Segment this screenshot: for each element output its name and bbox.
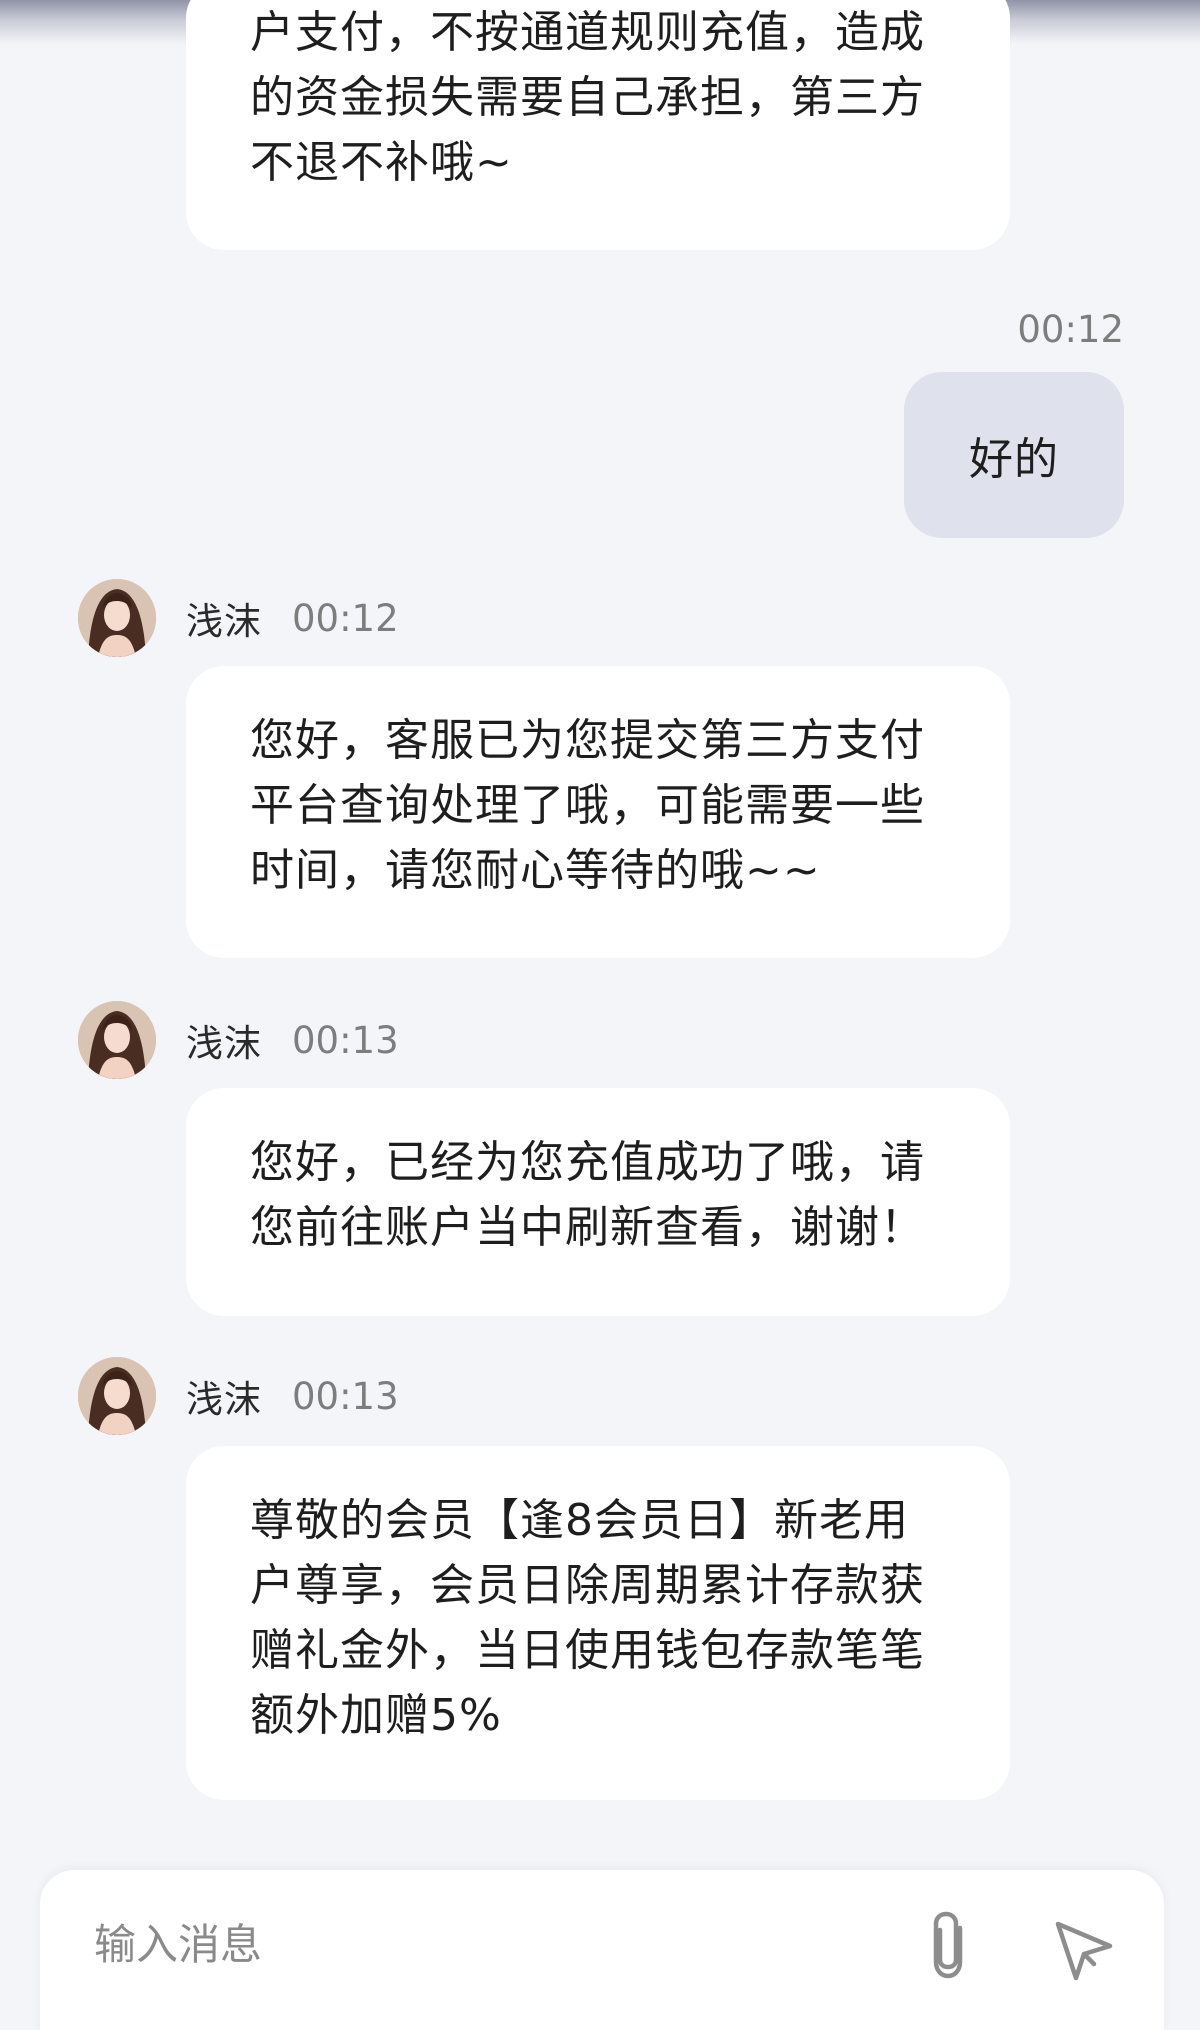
avatar[interactable] <box>78 1357 156 1435</box>
message-timestamp: 00:13 <box>292 1374 399 1418</box>
sender-name: 浅沫 <box>186 1022 262 1065</box>
message-line: 户支付，不按通道规则充值，造成 <box>250 7 925 58</box>
message-line: 不退不补哦~ <box>250 137 513 188</box>
message-line: 赠礼金外，当日使用钱包存款笔笔 <box>250 1625 925 1676</box>
message-line: 时间，请您耐心等待的哦~~ <box>250 845 821 896</box>
message-bubble-mine: 好的 <box>904 372 1124 538</box>
send-icon[interactable] <box>1048 1914 1118 1984</box>
message-line: 户尊享，会员日除周期累计存款获 <box>250 1560 925 1611</box>
message-timestamp: 00:13 <box>292 1018 399 1062</box>
message-line: 的资金损失需要自己承担，第三方 <box>250 72 925 123</box>
message-line: 您好，客服已为您提交第三方支付 <box>250 715 925 766</box>
message-line: 额外加赠5% <box>250 1690 502 1741</box>
paperclip-icon[interactable] <box>920 1906 980 1986</box>
message-input[interactable] <box>94 1906 874 1982</box>
message-bubble-agent: 您好，已经为您充值成功了哦，请 您前往账户当中刷新查看，谢谢！ <box>186 1088 1010 1316</box>
sender-row: 浅沫 00:13 <box>78 1356 399 1436</box>
message-bubble-agent: 户支付，不按通道规则充值，造成 的资金损失需要自己承担，第三方 不退不补哦~ <box>186 0 1010 250</box>
message-bubble-agent: 您好，客服已为您提交第三方支付 平台查询处理了哦，可能需要一些 时间，请您耐心等… <box>186 666 1010 958</box>
message-timestamp: 00:12 <box>1017 308 1124 351</box>
avatar[interactable] <box>78 579 156 657</box>
message-line: 平台查询处理了哦，可能需要一些 <box>250 780 925 831</box>
message-line: 您前往账户当中刷新查看，谢谢！ <box>250 1202 925 1253</box>
sender-name: 浅沫 <box>186 1378 262 1421</box>
sender-row: 浅沫 00:12 <box>78 578 399 658</box>
sender-name: 浅沫 <box>186 600 262 643</box>
message-timestamp: 00:12 <box>292 596 399 640</box>
message-line: 尊敬的会员【逢8会员日】新老用 <box>250 1495 909 1546</box>
message-bubble-agent: 尊敬的会员【逢8会员日】新老用 户尊享，会员日除周期累计存款获 赠礼金外，当日使… <box>186 1446 1010 1800</box>
avatar[interactable] <box>78 1001 156 1079</box>
sender-row: 浅沫 00:13 <box>78 1000 399 1080</box>
message-input-bar <box>40 1870 1164 2030</box>
message-line: 您好，已经为您充值成功了哦，请 <box>250 1137 925 1188</box>
